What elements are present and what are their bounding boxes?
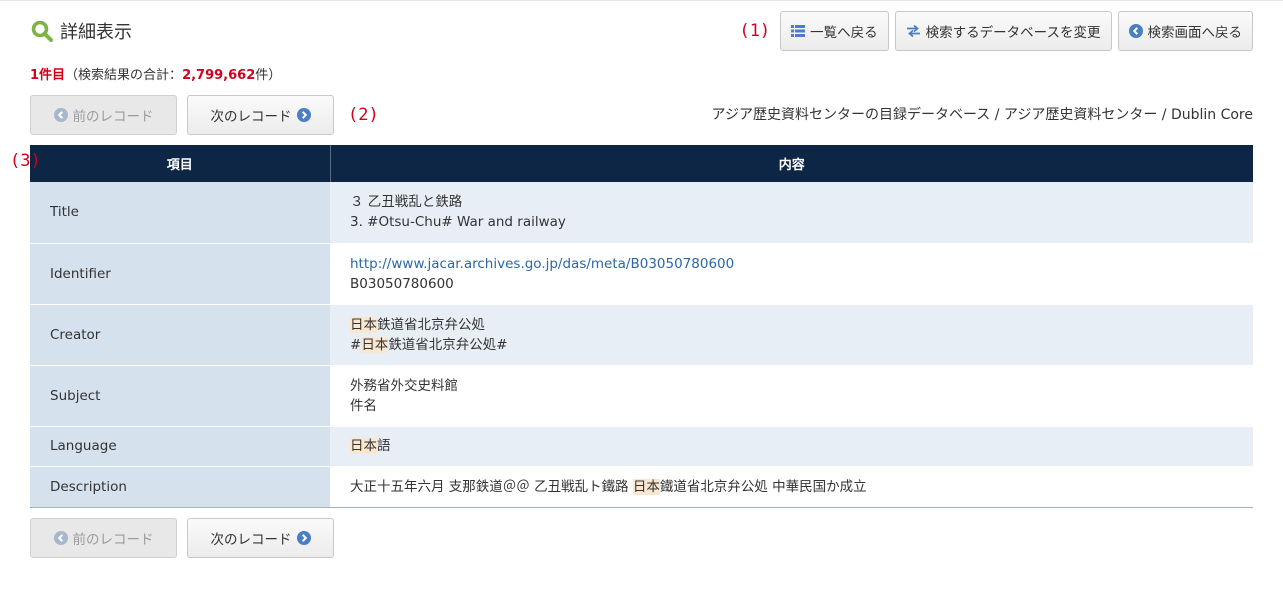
top-divider xyxy=(0,0,1283,1)
swap-arrows-icon xyxy=(906,25,920,37)
chevron-left-circle-icon xyxy=(1128,24,1143,38)
prev-record-label: 前のレコード xyxy=(72,109,154,125)
value-text: 鉄道省北京弁公処# xyxy=(388,336,508,353)
record-nav-top: 前のレコード 次のレコード (2) xyxy=(30,95,379,135)
field-key-description: Description xyxy=(30,466,330,508)
value-line: #日本鉄道省北京弁公処# xyxy=(350,335,1233,355)
search-highlight: 日本 xyxy=(350,316,377,333)
field-value-identifier: http://www.jacar.archives.go.jp/das/meta… xyxy=(330,243,1253,305)
back-to-list-label: 一覧へ戻る xyxy=(810,25,878,41)
value-text: 語 xyxy=(377,438,391,454)
database-breadcrumb: アジア歴史資料センターの目録データベース / アジア歴史資料センター / Dub… xyxy=(711,107,1253,123)
field-value-subject: 外務省外交史料館 件名 xyxy=(330,365,1253,427)
next-record-label: 次のレコード xyxy=(210,109,292,125)
search-highlight: 日本 xyxy=(632,478,660,495)
record-nav-bottom: 前のレコード 次のレコード xyxy=(30,518,334,558)
field-key-subject: Subject xyxy=(30,365,330,427)
table-row: Subject 外務省外交史料館 件名 xyxy=(30,365,1253,427)
value-text: 鉄道省北京弁公処 xyxy=(377,316,485,333)
back-to-list-button[interactable]: 一覧へ戻る xyxy=(780,11,889,51)
field-value-language: 日本語 xyxy=(330,426,1253,467)
value-line: 外務省外交史料館 xyxy=(350,377,458,394)
table-row: Title ３ 乙丑戦乱と鉄路 3. #Otsu-Chu# War and ra… xyxy=(30,182,1253,244)
identifier-link[interactable]: http://www.jacar.archives.go.jp/das/meta… xyxy=(350,256,734,272)
value-line: ３ 乙丑戦乱と鉄路 xyxy=(350,194,463,211)
table-row: Description 大正十五年六月 支那鉄道＠＠ 乙丑戦乱ト鐵路 日本鐵道省… xyxy=(30,466,1253,508)
chevron-left-circle-icon xyxy=(53,108,68,122)
next-record-button-bottom[interactable]: 次のレコード xyxy=(187,518,334,558)
value-line: 日本鉄道省北京弁公処 xyxy=(350,315,1233,335)
page-title: 詳細表示 xyxy=(60,22,132,43)
total-count: 2,799,662 xyxy=(182,68,256,83)
prev-record-label: 前のレコード xyxy=(72,532,154,548)
search-icon xyxy=(31,20,53,42)
value-line: 3. #Otsu-Chu# War and railway xyxy=(350,214,566,231)
field-key-title: Title xyxy=(30,182,330,244)
back-to-search-label: 検索画面へ戻る xyxy=(1147,25,1243,41)
result-count: 1件目（検索結果の合計：2,799,662件） xyxy=(30,64,281,83)
annotation-marker-3: (3) xyxy=(10,151,41,171)
field-key-creator: Creator xyxy=(30,304,330,366)
table-row: Creator 日本鉄道省北京弁公処 #日本鉄道省北京弁公処# xyxy=(30,304,1253,366)
change-database-button[interactable]: 検索するデータベースを変更 xyxy=(894,11,1112,51)
chevron-left-circle-icon xyxy=(53,531,68,545)
column-header-item: 項目 xyxy=(30,145,331,182)
field-key-identifier: Identifier xyxy=(30,243,330,305)
list-icon xyxy=(791,25,806,37)
next-record-button[interactable]: 次のレコード xyxy=(187,95,334,135)
search-highlight: 日本 xyxy=(361,336,389,353)
field-key-language: Language xyxy=(30,426,330,467)
record-detail-table: 項目 内容 Title ３ 乙丑戦乱と鉄路 3. #Otsu-Chu# War … xyxy=(30,145,1253,508)
next-record-label: 次のレコード xyxy=(210,532,292,548)
search-highlight: 日本 xyxy=(350,438,377,454)
chevron-right-circle-icon xyxy=(296,108,311,122)
page-title-area: 詳細表示 xyxy=(30,18,132,44)
prev-record-button[interactable]: 前のレコード xyxy=(30,95,177,135)
change-database-label: 検索するデータベースを変更 xyxy=(925,25,1101,41)
field-value-title: ３ 乙丑戦乱と鉄路 3. #Otsu-Chu# War and railway xyxy=(330,182,1253,244)
total-prefix: （検索結果の合計： xyxy=(65,68,183,83)
back-to-search-button[interactable]: 検索画面へ戻る xyxy=(1117,11,1253,51)
table-row: Language 日本語 xyxy=(30,426,1253,467)
total-suffix: 件） xyxy=(255,68,282,83)
top-toolbar: (1) 一覧へ戻る 検索するデータベースを変更 検索画面へ戻る xyxy=(739,11,1253,51)
value-text: # xyxy=(350,336,362,353)
annotation-marker-2: (2) xyxy=(348,105,379,125)
column-header-content: 内容 xyxy=(330,145,1253,182)
value-line: B03050780600 xyxy=(350,275,454,292)
field-value-creator: 日本鉄道省北京弁公処 #日本鉄道省北京弁公処# xyxy=(330,304,1253,366)
field-value-description: 大正十五年六月 支那鉄道＠＠ 乙丑戦乱ト鐵路 日本鐵道省北京弁公処 中華民国か成… xyxy=(330,466,1253,508)
table-row: Identifier http://www.jacar.archives.go.… xyxy=(30,243,1253,305)
value-line: 件名 xyxy=(350,397,377,414)
table-header-row: 項目 内容 xyxy=(30,145,1253,182)
annotation-marker-1: (1) xyxy=(739,21,771,41)
chevron-right-circle-icon xyxy=(296,531,311,545)
current-record-index: 1件目 xyxy=(30,68,66,83)
prev-record-button-bottom[interactable]: 前のレコード xyxy=(30,518,177,558)
value-text: 鐵道省北京弁公処 中華民国か成立 xyxy=(659,478,867,495)
value-text: 大正十五年六月 支那鉄道＠＠ 乙丑戦乱ト鐵路 xyxy=(350,478,633,495)
